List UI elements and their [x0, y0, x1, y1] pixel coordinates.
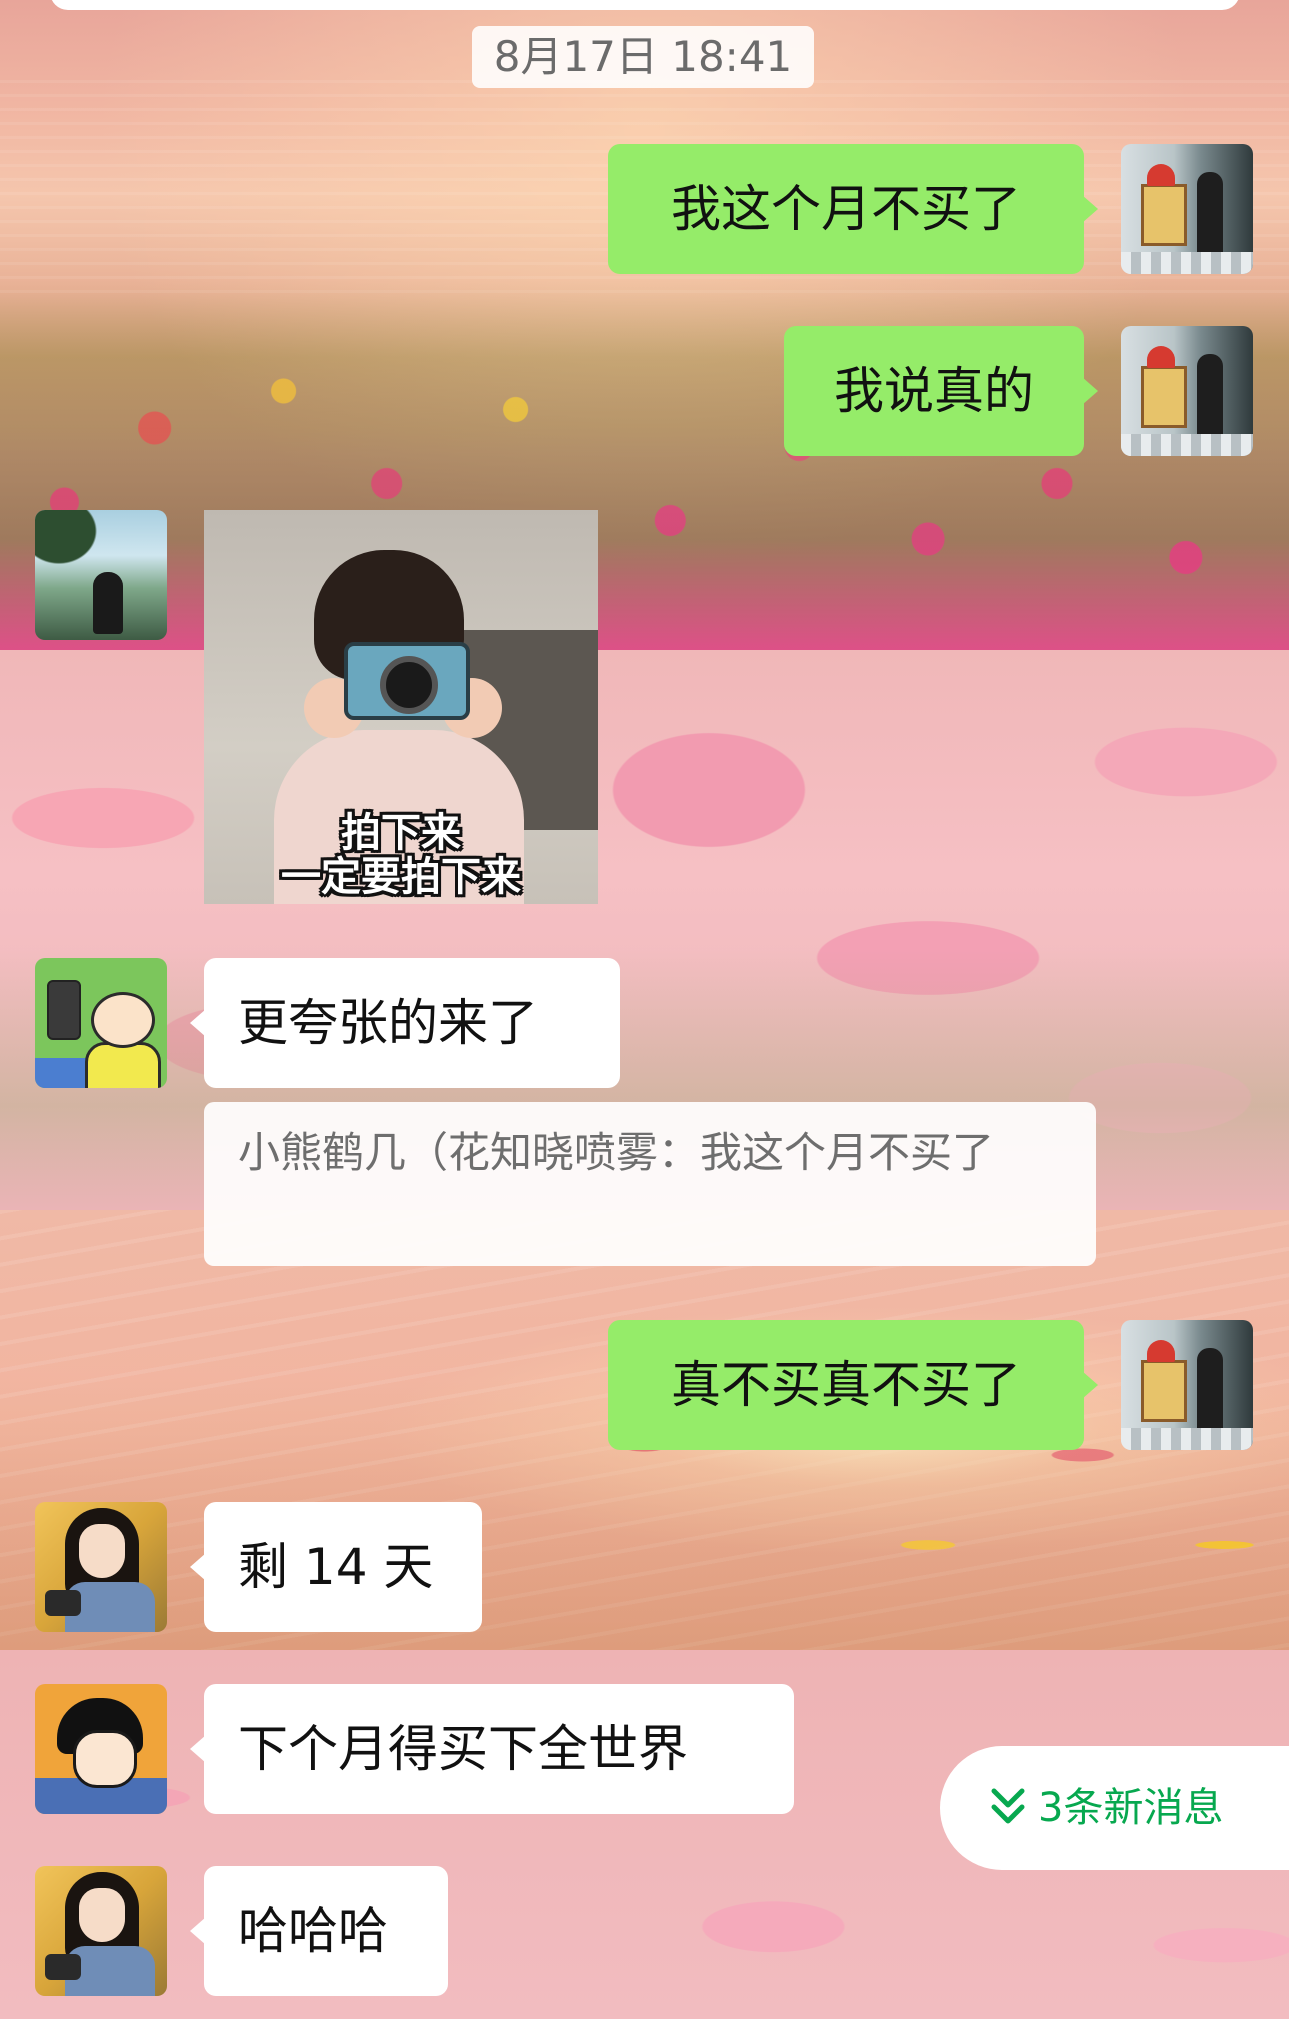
avatar-member-girl[interactable]: [35, 1866, 167, 1996]
message-text: 真不买真不买了: [671, 1356, 1021, 1414]
avatar-member-cartoon[interactable]: [35, 958, 167, 1088]
sticker-camera-lens: [380, 656, 438, 714]
double-chevron-down-icon: [991, 1788, 1025, 1824]
background-tulip-field: [0, 280, 1289, 650]
avatar-santa-hat: [1147, 1340, 1175, 1362]
avatar-face: [73, 1730, 137, 1788]
avatar-santa-hat: [1147, 346, 1175, 368]
message-bubble-self[interactable]: 我说真的: [784, 326, 1098, 456]
sticker-caption-line1: 拍下来: [341, 810, 461, 856]
message-bubble-self[interactable]: 我这个月不买了: [608, 144, 1098, 274]
avatar-floor: [1121, 1428, 1253, 1450]
new-messages-label: 3条新消息: [1038, 1785, 1224, 1831]
avatar-tree: [35, 510, 115, 580]
avatar-figure: [1197, 1348, 1223, 1438]
input-bar-edge: [50, 0, 1240, 10]
avatar-member-girl[interactable]: [35, 1502, 167, 1632]
message-bubble-other[interactable]: 下个月得买下全世界: [190, 1684, 794, 1814]
avatar-member-boy[interactable]: [35, 1684, 167, 1814]
message-text: 我说真的: [834, 362, 1034, 420]
avatar-floor: [1121, 252, 1253, 274]
message-bubble-self[interactable]: 真不买真不买了: [608, 1320, 1098, 1450]
avatar-floor: [1121, 434, 1253, 456]
avatar-easel: [1141, 366, 1187, 428]
avatar-person: [93, 572, 123, 634]
message-text: 我这个月不买了: [671, 180, 1021, 238]
avatar-figure: [1197, 354, 1223, 444]
avatar-camera-icon: [45, 1590, 81, 1616]
message-text: 剩 14 天: [238, 1538, 434, 1596]
avatar-shirt: [85, 1042, 161, 1088]
message-bubble-other[interactable]: 剩 14 天: [190, 1502, 482, 1632]
avatar-member-lake[interactable]: [35, 510, 167, 640]
sticker-caption-line2: 一定要拍下来: [281, 854, 521, 900]
avatar-phone-icon: [47, 980, 81, 1040]
avatar-self[interactable]: [1121, 1320, 1253, 1450]
avatar-face: [79, 1524, 125, 1578]
avatar-self[interactable]: [1121, 144, 1253, 274]
avatar-face: [79, 1888, 125, 1942]
new-messages-button[interactable]: 3条新消息: [940, 1746, 1289, 1870]
avatar-face: [91, 992, 155, 1048]
avatar-camera-icon: [45, 1954, 81, 1980]
avatar-easel: [1141, 184, 1187, 246]
message-text: 下个月得买下全世界: [238, 1720, 688, 1778]
avatar-self[interactable]: [1121, 326, 1253, 456]
message-text: 更夸张的来了: [238, 994, 538, 1052]
message-text: 哈哈哈: [238, 1902, 388, 1960]
message-timestamp: 8月17日 18:41: [472, 26, 814, 88]
message-bubble-other[interactable]: 哈哈哈: [190, 1866, 448, 1996]
avatar-easel: [1141, 1360, 1187, 1422]
message-bubble-other[interactable]: 更夸张的来了: [190, 958, 620, 1088]
sticker-image[interactable]: 拍下来 一定要拍下来: [204, 510, 598, 904]
avatar-santa-hat: [1147, 164, 1175, 186]
avatar-figure: [1197, 172, 1223, 262]
quoted-message[interactable]: 小熊鹤几（花知晓喷雾：我这个月不买了: [204, 1102, 1096, 1266]
